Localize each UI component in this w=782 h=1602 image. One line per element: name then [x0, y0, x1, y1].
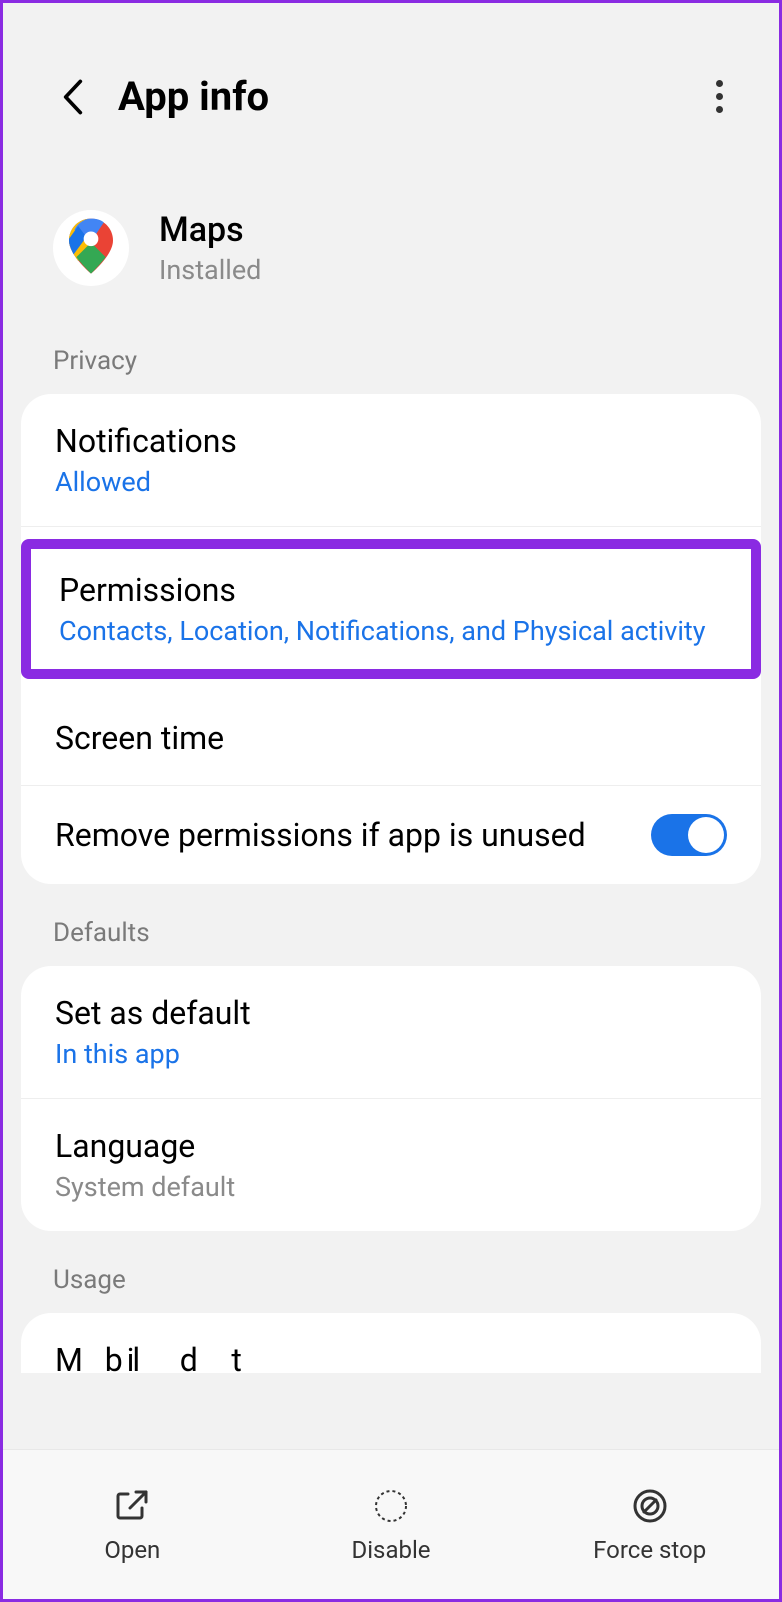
force-stop-icon: [632, 1488, 668, 1524]
defaults-card: Set as default In this app Language Syst…: [21, 966, 761, 1231]
disable-button[interactable]: Disable: [262, 1450, 521, 1599]
header: App info: [3, 3, 779, 150]
permissions-subtitle: Contacts, Location, Notifications, and P…: [59, 615, 723, 647]
maps-pin-icon: [69, 218, 113, 278]
language-title: Language: [55, 1127, 727, 1165]
bottom-action-bar: Open Disable Force stop: [3, 1449, 779, 1599]
screentime-item[interactable]: Screen time: [21, 691, 761, 786]
app-status: Installed: [159, 254, 261, 286]
open-icon: [114, 1488, 150, 1524]
section-header-usage: Usage: [3, 1245, 779, 1313]
remove-permissions-item[interactable]: Remove permissions if app is unused: [21, 786, 761, 884]
app-name: Maps: [159, 210, 261, 250]
screentime-title: Screen time: [55, 719, 727, 757]
section-header-defaults: Defaults: [3, 898, 779, 966]
notifications-subtitle: Allowed: [55, 466, 727, 498]
set-default-item[interactable]: Set as default In this app: [21, 966, 761, 1099]
usage-card: M b il d t: [21, 1313, 761, 1373]
mobile-data-partial[interactable]: M b il d t: [55, 1341, 727, 1373]
disable-label: Disable: [351, 1536, 430, 1564]
app-header-row: Maps Installed: [3, 150, 779, 326]
language-item[interactable]: Language System default: [21, 1099, 761, 1231]
force-stop-button[interactable]: Force stop: [520, 1450, 779, 1599]
section-header-privacy: Privacy: [3, 326, 779, 394]
open-label: Open: [104, 1536, 160, 1564]
notifications-item[interactable]: Notifications Allowed: [21, 394, 761, 527]
app-icon: [53, 210, 129, 286]
permissions-item[interactable]: Permissions Contacts, Location, Notifica…: [21, 539, 761, 679]
open-button[interactable]: Open: [3, 1450, 262, 1599]
remove-permissions-toggle[interactable]: [651, 814, 727, 856]
notifications-title: Notifications: [55, 422, 727, 460]
set-default-title: Set as default: [55, 994, 727, 1032]
more-icon: [716, 80, 723, 87]
privacy-card: Notifications Allowed Permissions Contac…: [21, 394, 761, 884]
back-button[interactable]: [53, 77, 93, 117]
disable-icon: [373, 1488, 409, 1524]
force-stop-label: Force stop: [593, 1536, 706, 1564]
more-options-button[interactable]: [699, 77, 739, 117]
set-default-subtitle: In this app: [55, 1038, 727, 1070]
permissions-title: Permissions: [59, 571, 723, 609]
remove-permissions-title: Remove permissions if app is unused: [55, 816, 651, 854]
back-icon: [62, 79, 84, 115]
page-title: App info: [118, 73, 699, 120]
language-subtitle: System default: [55, 1171, 727, 1203]
